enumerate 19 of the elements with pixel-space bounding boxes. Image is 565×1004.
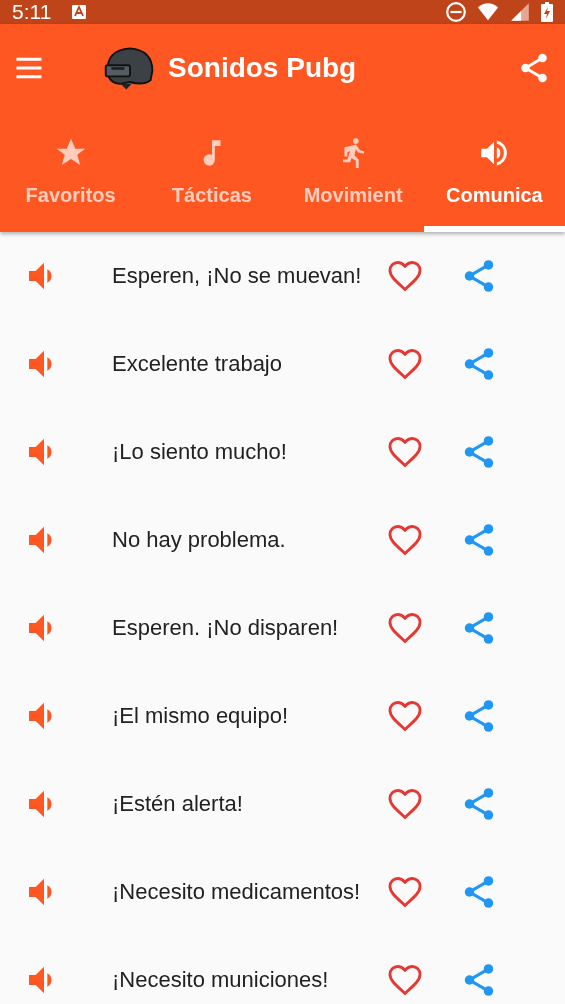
sound-title: Esperen, ¡No se muevan! [112, 262, 362, 290]
sound-title: No hay problema. [112, 526, 287, 554]
sound-title: ¡El mismo equipo! [112, 702, 290, 730]
tab[interactable]: Movimient [282, 111, 424, 232]
tab[interactable]: Comunica [423, 111, 565, 232]
sound-title: Esperen. ¡No disparen! [112, 614, 340, 642]
status-time: 5:11 [12, 0, 52, 24]
wifi-icon [477, 1, 499, 23]
notification-icon [71, 4, 88, 20]
sound-title: ¡Necesito medicamentos! [112, 878, 362, 906]
sound-title: ¡Estén alerta! [112, 790, 244, 818]
do-not-disturb-icon [445, 1, 467, 23]
sound-title: Excelente trabajo [112, 350, 283, 378]
sound-title: ¡Lo siento mucho! [112, 438, 288, 466]
tab[interactable]: Favoritos [0, 111, 142, 232]
signal-icon [509, 1, 531, 23]
app-title: Sonidos Pubg [168, 51, 358, 84]
sound-title: ¡Necesito municiones! [112, 966, 330, 994]
tab[interactable]: Tácticas [141, 111, 283, 232]
